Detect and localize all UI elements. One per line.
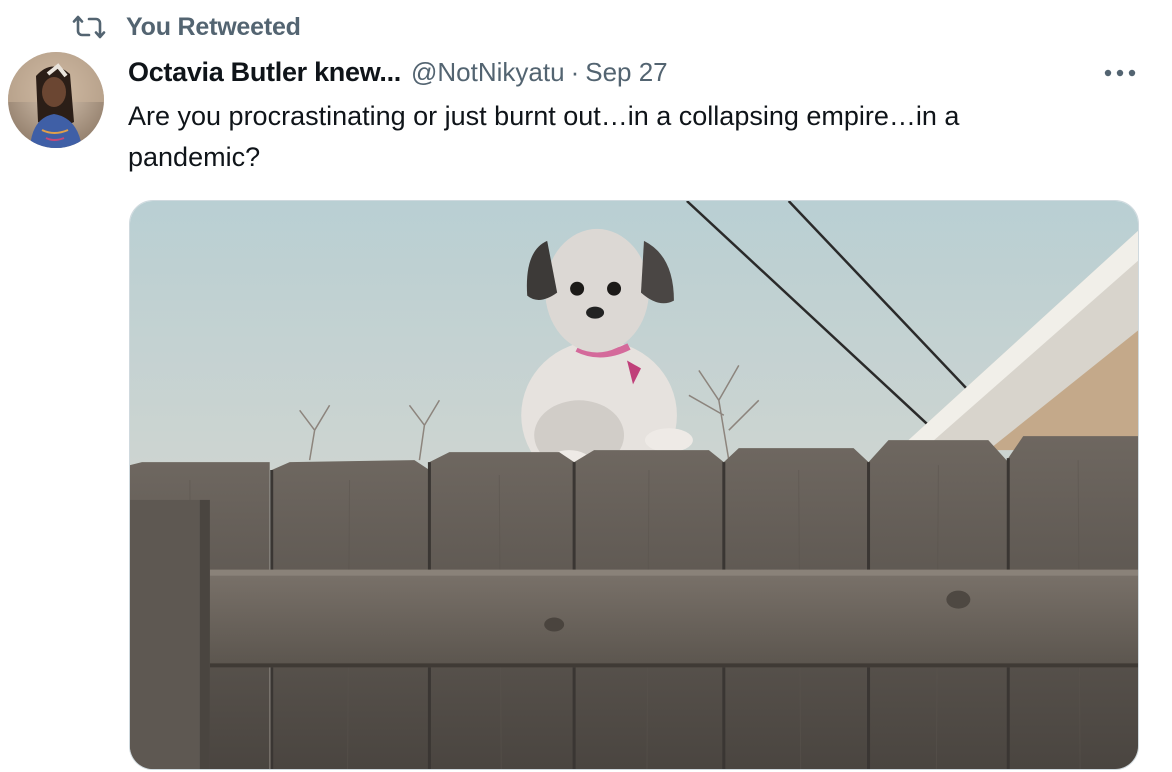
tweet-photo[interactable] xyxy=(129,200,1139,770)
social-context: You Retweeted xyxy=(72,12,301,42)
retweet-label: You Retweeted xyxy=(126,12,301,41)
more-options-icon xyxy=(1104,69,1136,77)
author-handle[interactable]: @NotNikyatu xyxy=(411,57,565,88)
tweet-text: Are you procrastinating or just burnt ou… xyxy=(128,101,960,172)
avatar[interactable] xyxy=(8,52,104,148)
header-separator: · xyxy=(570,56,580,87)
dog-over-fence-image xyxy=(130,201,1138,769)
retweet-icon xyxy=(72,15,106,39)
more-options-button[interactable] xyxy=(1100,56,1140,90)
author-name[interactable]: Octavia Butler knew... xyxy=(128,57,401,88)
tweet[interactable]: You Retweeted Octavia Butler knew... @No… xyxy=(0,0,1172,772)
tweet-header: Octavia Butler knew... @NotNikyatu · Sep… xyxy=(128,54,668,90)
tweet-timestamp[interactable]: Sep 27 xyxy=(585,57,667,88)
